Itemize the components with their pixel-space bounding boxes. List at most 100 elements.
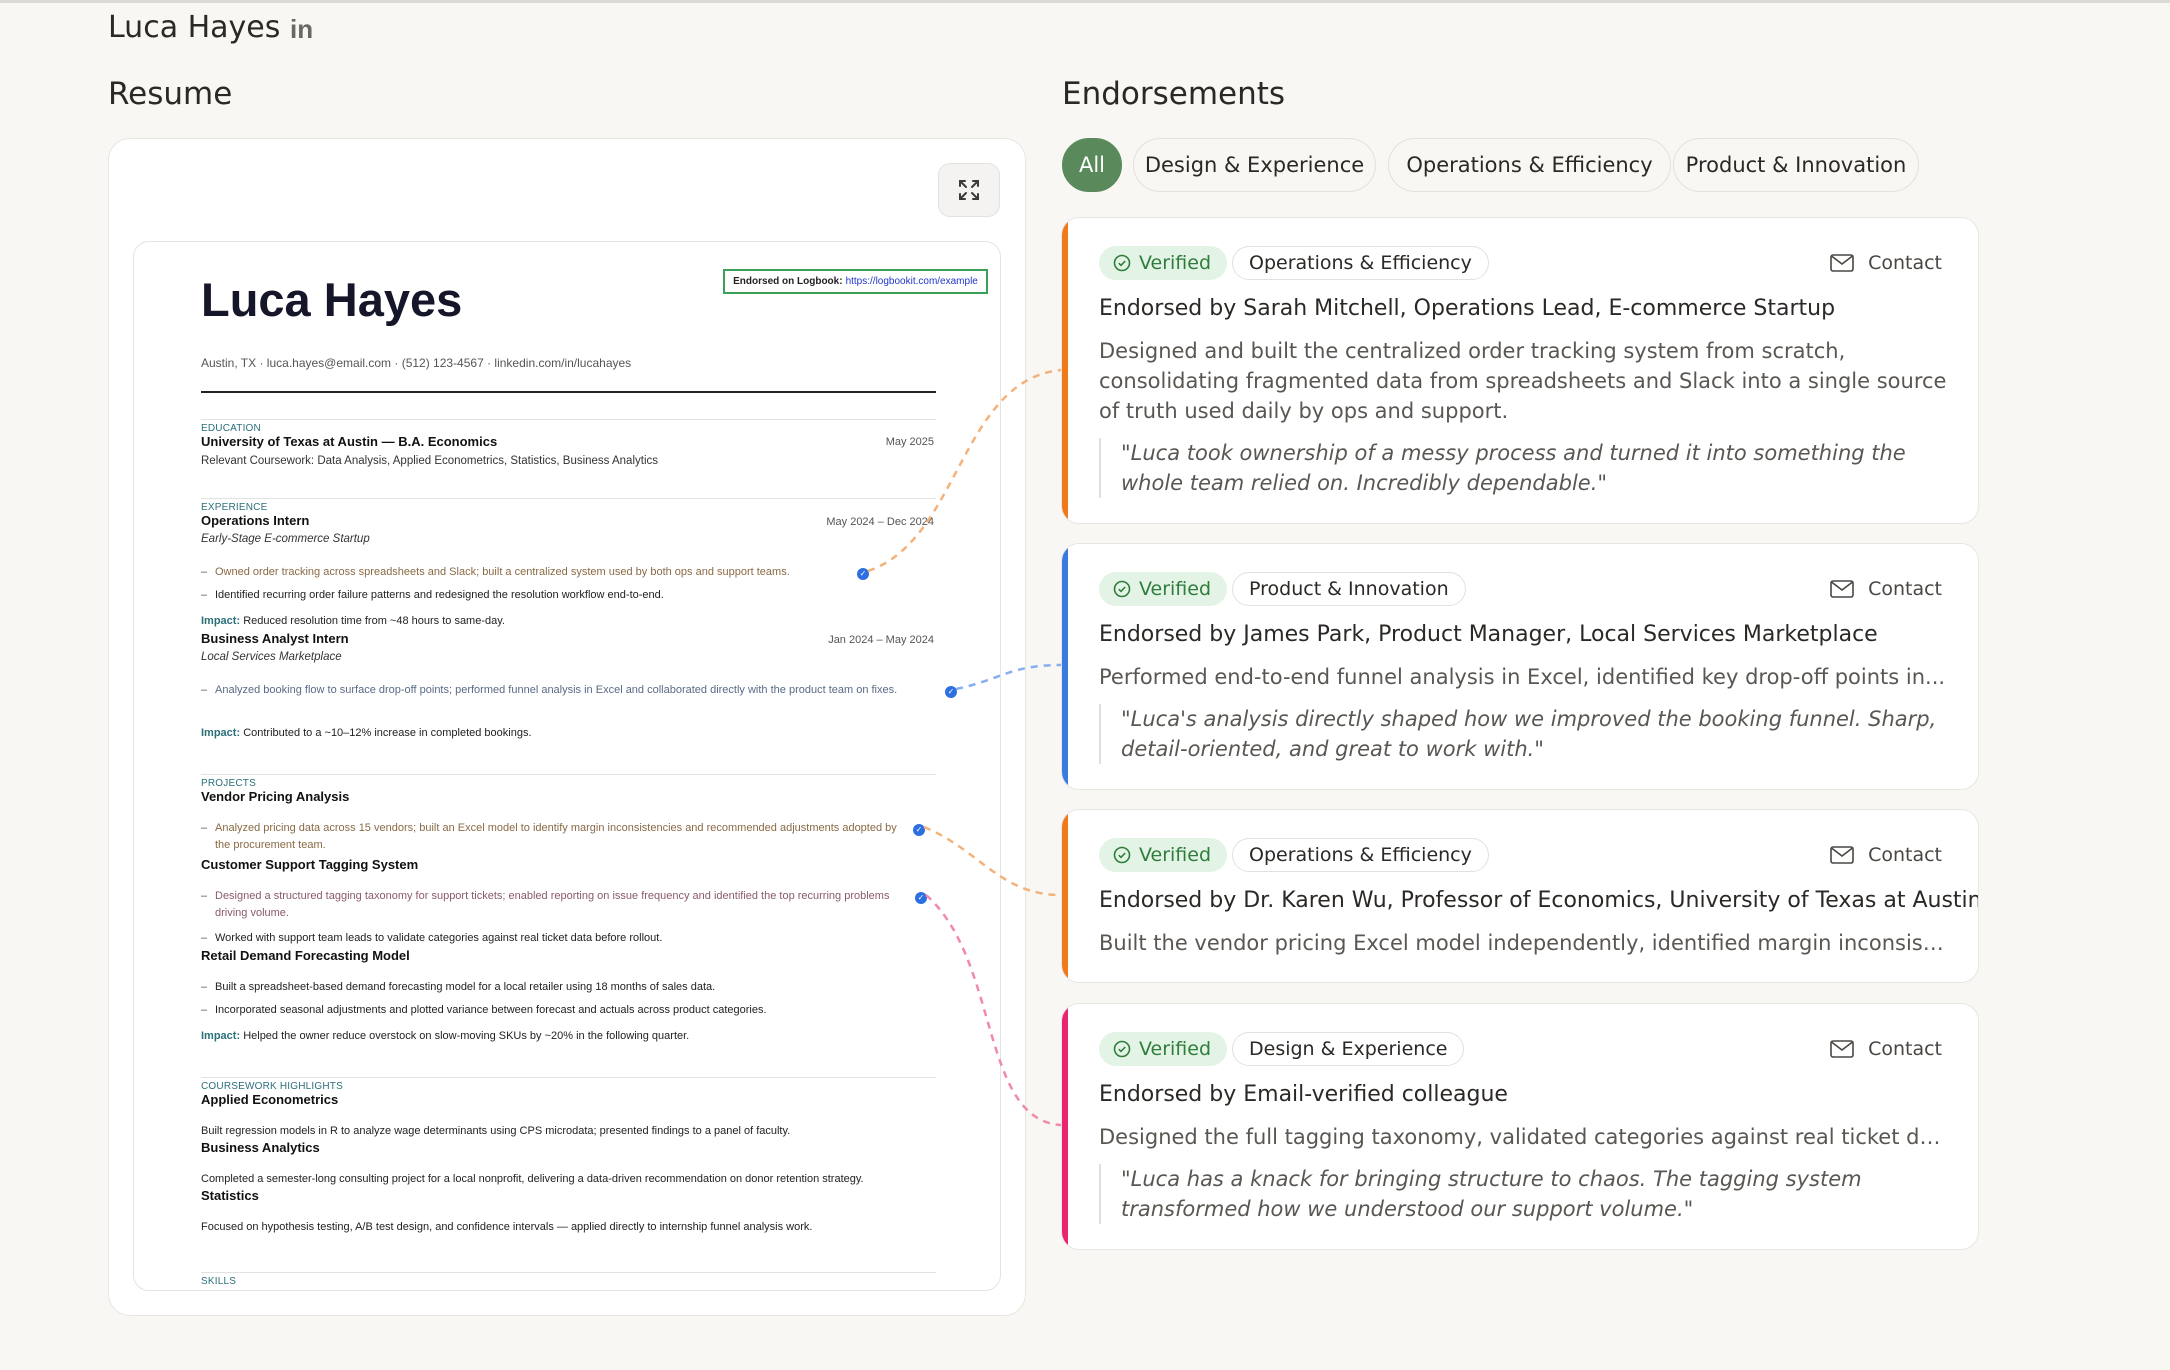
contact-button[interactable]: Contact xyxy=(1830,572,1942,606)
endorsement-marker-icon[interactable]: ✓ xyxy=(913,824,925,836)
project-title: Customer Support Tagging System xyxy=(201,857,419,872)
resume-document: Luca Hayes Endorsed on Logbook: https://… xyxy=(133,241,1001,1291)
category-badge: Product & Innovation xyxy=(1232,572,1466,606)
mail-icon xyxy=(1830,846,1854,864)
tab-design-experience[interactable]: Design & Experience xyxy=(1133,138,1376,192)
project-bullet: Incorporated seasonal adjustments and pl… xyxy=(201,1002,941,1019)
contact-button[interactable]: Contact xyxy=(1830,838,1942,872)
stamp-link[interactable]: https://logbookit.com/example xyxy=(846,276,978,287)
job-title: Business Analyst Intern xyxy=(201,631,349,646)
check-circle-icon xyxy=(1113,254,1131,272)
endorsement-marker-icon[interactable]: ✓ xyxy=(915,892,927,904)
project-bullet: Designed a structured tagging taxonomy f… xyxy=(201,888,911,922)
category-badge: Design & Experience xyxy=(1232,1032,1465,1066)
tab-product-innovation[interactable]: Product & Innovation xyxy=(1673,138,1919,192)
project-bullet: Analyzed pricing data across 15 vendors;… xyxy=(201,820,911,854)
endorsement-summary: Designed and built the centralized order… xyxy=(1099,339,1947,423)
expand-button[interactable] xyxy=(938,163,1000,217)
resume-contact: Austin, TX · luca.hayes@email.com · (512… xyxy=(201,356,632,370)
endorser-name: Endorsed by James Park, Product Manager,… xyxy=(1099,622,1878,647)
contact-label: Contact xyxy=(1868,578,1942,600)
category-accent-bar xyxy=(1062,1004,1068,1249)
endorsement-card[interactable]: Verified Operations & Efficiency Contact… xyxy=(1061,217,1979,524)
expand-icon xyxy=(959,180,979,200)
job-title: Operations Intern xyxy=(201,513,310,528)
project-title: Retail Demand Forecasting Model xyxy=(201,948,410,963)
resume-name: Luca Hayes xyxy=(201,273,463,326)
job-company: Early-Stage E-commerce Startup xyxy=(201,533,370,545)
endorsement-marker-icon[interactable]: ✓ xyxy=(857,568,869,580)
project-impact: Impact: Helped the owner reduce overstoc… xyxy=(201,1030,690,1042)
verified-label: Verified xyxy=(1139,578,1212,600)
category-accent-bar xyxy=(1062,218,1068,523)
verified-label: Verified xyxy=(1139,844,1212,866)
job-date: May 2024 – Dec 2024 xyxy=(826,516,934,528)
endorsement-card[interactable]: Verified Operations & Efficiency Contact… xyxy=(1061,809,1979,983)
category-badge: Operations & Efficiency xyxy=(1232,246,1489,280)
coursework-title: Statistics xyxy=(201,1188,259,1203)
verified-badge: Verified xyxy=(1099,246,1228,280)
check-circle-icon xyxy=(1113,580,1131,598)
tab-operations-efficiency[interactable]: Operations & Efficiency xyxy=(1388,138,1671,192)
verified-badge: Verified xyxy=(1099,572,1228,606)
linkedin-icon[interactable]: in xyxy=(290,14,313,45)
check-circle-icon xyxy=(1113,846,1131,864)
endorsement-quote: "Luca's analysis directly shaped how we … xyxy=(1099,704,1949,764)
profile-name: Luca Hayes xyxy=(108,10,281,45)
coursework-text: Focused on hypothesis testing, A/B test … xyxy=(201,1221,813,1233)
divider xyxy=(201,774,936,775)
project-title: Vendor Pricing Analysis xyxy=(201,789,350,804)
job-company: Local Services Marketplace xyxy=(201,651,342,663)
divider xyxy=(201,1077,936,1078)
endorser-name: Endorsed by Dr. Karen Wu, Professor of E… xyxy=(1099,888,1979,913)
job-impact: Impact: Contributed to a ~10–12% increas… xyxy=(201,727,532,739)
endorser-name: Endorsed by Email-verified colleague xyxy=(1099,1082,1508,1107)
coursework-text: Completed a semester-long consulting pro… xyxy=(201,1173,864,1185)
top-divider xyxy=(0,0,2170,3)
divider xyxy=(201,391,936,393)
endorsement-summary: Built the vendor pricing Excel model ind… xyxy=(1099,931,1949,955)
category-accent-bar xyxy=(1062,544,1068,789)
tab-all[interactable]: All xyxy=(1062,138,1122,192)
stamp-label: Endorsed on Logbook: xyxy=(733,276,843,287)
experience-label: EXPERIENCE xyxy=(201,502,268,513)
mail-icon xyxy=(1830,1040,1854,1058)
endorsement-summary: Designed the full tagging taxonomy, vali… xyxy=(1099,1125,1949,1149)
endorser-name: Endorsed by Sarah Mitchell, Operations L… xyxy=(1099,296,1836,321)
divider xyxy=(201,498,936,499)
endorsements-section-title: Endorsements xyxy=(1062,76,1286,112)
education-coursework: Relevant Coursework: Data Analysis, Appl… xyxy=(201,455,659,467)
mail-icon xyxy=(1830,580,1854,598)
coursework-label: COURSEWORK HIGHLIGHTS xyxy=(201,1081,343,1092)
coursework-title: Applied Econometrics xyxy=(201,1092,339,1107)
endorsement-marker-icon[interactable]: ✓ xyxy=(945,686,957,698)
job-bullet: Identified recurring order failure patte… xyxy=(201,587,941,604)
coursework-title: Business Analytics xyxy=(201,1140,320,1155)
divider xyxy=(201,1272,936,1273)
verified-badge: Verified xyxy=(1099,1032,1228,1066)
contact-label: Contact xyxy=(1868,252,1942,274)
endorsement-card[interactable]: Verified Design & Experience Contact End… xyxy=(1061,1003,1979,1250)
education-date: May 2025 xyxy=(885,436,934,448)
job-impact: Impact: Reduced resolution time from ~48… xyxy=(201,615,505,627)
project-bullet: Worked with support team leads to valida… xyxy=(201,930,941,947)
contact-label: Contact xyxy=(1868,1038,1942,1060)
endorsement-summary: Performed end-to-end funnel analysis in … xyxy=(1099,665,1946,689)
education-school: University of Texas at Austin — B.A. Eco… xyxy=(201,434,498,449)
logbook-stamp: Endorsed on Logbook: https://logbookit.c… xyxy=(723,269,988,294)
resume-section-title: Resume xyxy=(108,76,233,112)
coursework-text: Built regression models in R to analyze … xyxy=(201,1125,791,1137)
category-accent-bar xyxy=(1062,810,1068,982)
verified-label: Verified xyxy=(1139,252,1212,274)
category-badge: Operations & Efficiency xyxy=(1232,838,1489,872)
project-bullet: Built a spreadsheet-based demand forecas… xyxy=(201,979,941,996)
contact-button[interactable]: Contact xyxy=(1830,1032,1942,1066)
check-circle-icon xyxy=(1113,1040,1131,1058)
mail-icon xyxy=(1830,254,1854,272)
verified-badge: Verified xyxy=(1099,838,1228,872)
endorsement-card[interactable]: Verified Product & Innovation Contact En… xyxy=(1061,543,1979,790)
endorsement-quote: "Luca took ownership of a messy process … xyxy=(1099,438,1949,498)
projects-label: PROJECTS xyxy=(201,778,256,789)
contact-button[interactable]: Contact xyxy=(1830,246,1942,280)
contact-label: Contact xyxy=(1868,844,1942,866)
